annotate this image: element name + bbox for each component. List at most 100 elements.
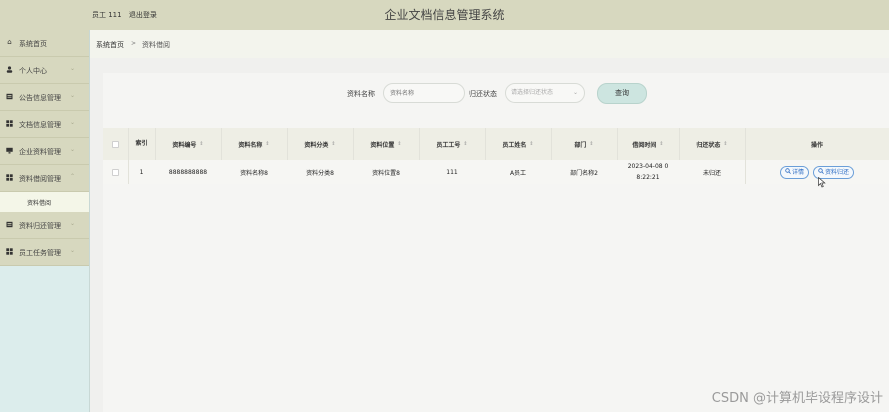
sidebar-subitem-label: 资料借阅 — [27, 200, 52, 207]
header-label: 资料编号 — [172, 141, 197, 149]
column-divider — [419, 128, 420, 160]
grid-icon — [6, 248, 13, 255]
sidebar-item-label: 企业资料管理 — [19, 148, 61, 156]
borrow-time-line: 2023-04-08 0 — [627, 163, 669, 170]
sidebar-item-profile[interactable]: 个人中心 ⌄ — [0, 57, 89, 84]
notice-icon — [6, 221, 13, 228]
chevron-down-icon: ⌄ — [70, 119, 76, 126]
main-panel: 资料名称 归还状态 请选择归还状态 ⌄ 查询 索引 资料编号⇕ 资料名称⇕ 资料… — [103, 73, 889, 412]
header-emp-no[interactable]: 员工工号 ⇕ — [419, 128, 485, 160]
search-status-label: 归还状态 — [469, 90, 497, 98]
column-divider — [155, 128, 156, 160]
sort-icon: ⇕ — [589, 141, 594, 147]
sort-icon: ⇕ — [199, 141, 204, 147]
home-icon: ⌂ — [7, 38, 12, 46]
sidebar-item-label: 员工任务管理 — [19, 249, 61, 257]
header-name[interactable]: 资料名称 ⇕ — [221, 128, 287, 160]
column-divider — [551, 128, 552, 160]
sidebar-item-label: 资料借阅管理 — [19, 175, 61, 183]
sidebar-item-label: 系统首页 — [19, 40, 47, 48]
system-title: 企业文档信息管理系统 — [384, 8, 505, 22]
sort-icon: ⇕ — [265, 141, 270, 147]
header-status[interactable]: 归还状态 ⇕ — [679, 128, 745, 160]
header-borrow-time[interactable]: 借阅时间 ⇕ — [617, 128, 679, 160]
header-label: 借阅时间 — [632, 141, 657, 149]
search-name-label: 资料名称 — [347, 90, 375, 98]
sidebar-item-label: 文档信息管理 — [19, 121, 61, 129]
cell-name: 资料名称8 — [240, 169, 268, 177]
breadcrumb: 系统首页 > 资料借阅 — [90, 30, 889, 58]
sidebar-item-tasks[interactable]: 员工任务管理 ⌄ — [0, 239, 89, 266]
breadcrumb-home[interactable]: 系统首页 — [96, 40, 124, 50]
cell-borrow-time: 2023-04-08 0 8:22:21 — [617, 160, 679, 184]
sidebar-item-home[interactable]: ⌂ 系统首页 — [0, 30, 89, 57]
header-actions: 操作 — [810, 141, 823, 149]
chevron-down-icon: ⌄ — [70, 65, 76, 72]
search-button[interactable]: 查询 — [597, 83, 647, 104]
chevron-down-icon: ⌄ — [70, 92, 76, 99]
header-location[interactable]: 资料位置 ⇕ — [353, 128, 419, 160]
cell-emp-name: A员工 — [509, 169, 527, 177]
sidebar: ⌂ 系统首页 个人中心 ⌄ 公告信息管理 ⌄ 文档信息管理 ⌄ 企业资料管理 ⌄… — [0, 30, 90, 412]
monitor-icon — [6, 147, 13, 154]
column-divider — [287, 128, 288, 160]
column-divider — [221, 128, 222, 160]
sort-icon: ⇕ — [529, 141, 534, 147]
sidebar-item-return[interactable]: 资料归还管理 ⌄ — [0, 212, 89, 239]
header-label: 资料位置 — [370, 141, 395, 149]
cell-location: 资料位置8 — [372, 169, 400, 177]
sidebar-item-borrow[interactable]: 资料借阅管理 ⌃ — [0, 165, 89, 192]
header-category[interactable]: 资料分类 ⇕ — [287, 128, 353, 160]
sidebar-item-label: 公告信息管理 — [19, 94, 61, 102]
cell-actions: 详情 资料归还 — [745, 160, 889, 184]
row-checkbox[interactable] — [112, 168, 119, 176]
notice-icon — [6, 93, 13, 100]
detail-button[interactable]: 详情 — [779, 165, 809, 179]
sort-icon: ⇕ — [463, 141, 468, 147]
top-bar: 员工 111 退出登录 企业文档信息管理系统 — [0, 0, 889, 30]
user-icon — [6, 66, 13, 73]
sidebar-item-label: 资料归还管理 — [19, 222, 61, 230]
cell-index: 1 — [139, 168, 144, 176]
status-select[interactable]: 请选择归还状态 ⌄ — [505, 83, 585, 103]
header-label: 部门 — [574, 141, 587, 149]
column-divider — [485, 128, 486, 160]
cell-code: 8888888888 — [168, 168, 208, 176]
column-divider — [745, 160, 746, 184]
search-icon — [785, 167, 791, 178]
breadcrumb-current: 资料借阅 — [142, 41, 170, 49]
select-all-cell — [103, 128, 128, 160]
breadcrumb-separator: > — [131, 40, 137, 47]
grid-icon — [6, 120, 13, 127]
column-divider — [617, 128, 618, 160]
select-all-checkbox[interactable] — [112, 140, 119, 148]
column-divider — [679, 128, 680, 160]
header-emp-name[interactable]: 员工姓名 ⇕ — [485, 128, 551, 160]
cell-dept: 部门名称2 — [570, 169, 598, 177]
header-index: 索引 — [135, 140, 148, 147]
cell-emp-no: 111 — [446, 168, 458, 176]
sidebar-subitem-borrow[interactable]: 资料借阅 — [0, 192, 89, 212]
header-label: 员工工号 — [436, 141, 461, 149]
sort-icon: ⇕ — [723, 141, 728, 147]
detail-button-label: 详情 — [791, 168, 804, 176]
header-code[interactable]: 资料编号 ⇕ — [155, 128, 221, 160]
chevron-down-icon: ⌄ — [70, 220, 76, 227]
table-header: 索引 资料编号 ⇕ 资料名称 ⇕ 资料分类 ⇕ 资料位置 ⇕ 员工工号 ⇕ 员工姓名 ⇕ 部… — [103, 128, 889, 160]
search-name-input[interactable] — [383, 83, 465, 103]
chevron-down-icon: ⌄ — [70, 247, 76, 254]
sort-icon: ⇕ — [397, 141, 402, 147]
mouse-cursor-icon — [818, 177, 826, 188]
sidebar-item-documents[interactable]: 文档信息管理 ⌄ — [0, 111, 89, 138]
header-label: 资料分类 — [304, 141, 329, 149]
status-select-placeholder: 请选择归还状态 — [511, 89, 554, 96]
column-divider — [128, 160, 129, 184]
sidebar-item-materials[interactable]: 企业资料管理 ⌄ — [0, 138, 89, 165]
header-dept[interactable]: 部门 ⇕ — [551, 128, 617, 160]
cell-category: 资料分类8 — [306, 169, 334, 177]
column-divider — [353, 128, 354, 160]
chevron-up-icon: ⌃ — [70, 173, 76, 180]
cell-status: 未归还 — [702, 169, 721, 177]
column-divider — [745, 128, 746, 160]
sidebar-item-notice[interactable]: 公告信息管理 ⌄ — [0, 84, 89, 111]
